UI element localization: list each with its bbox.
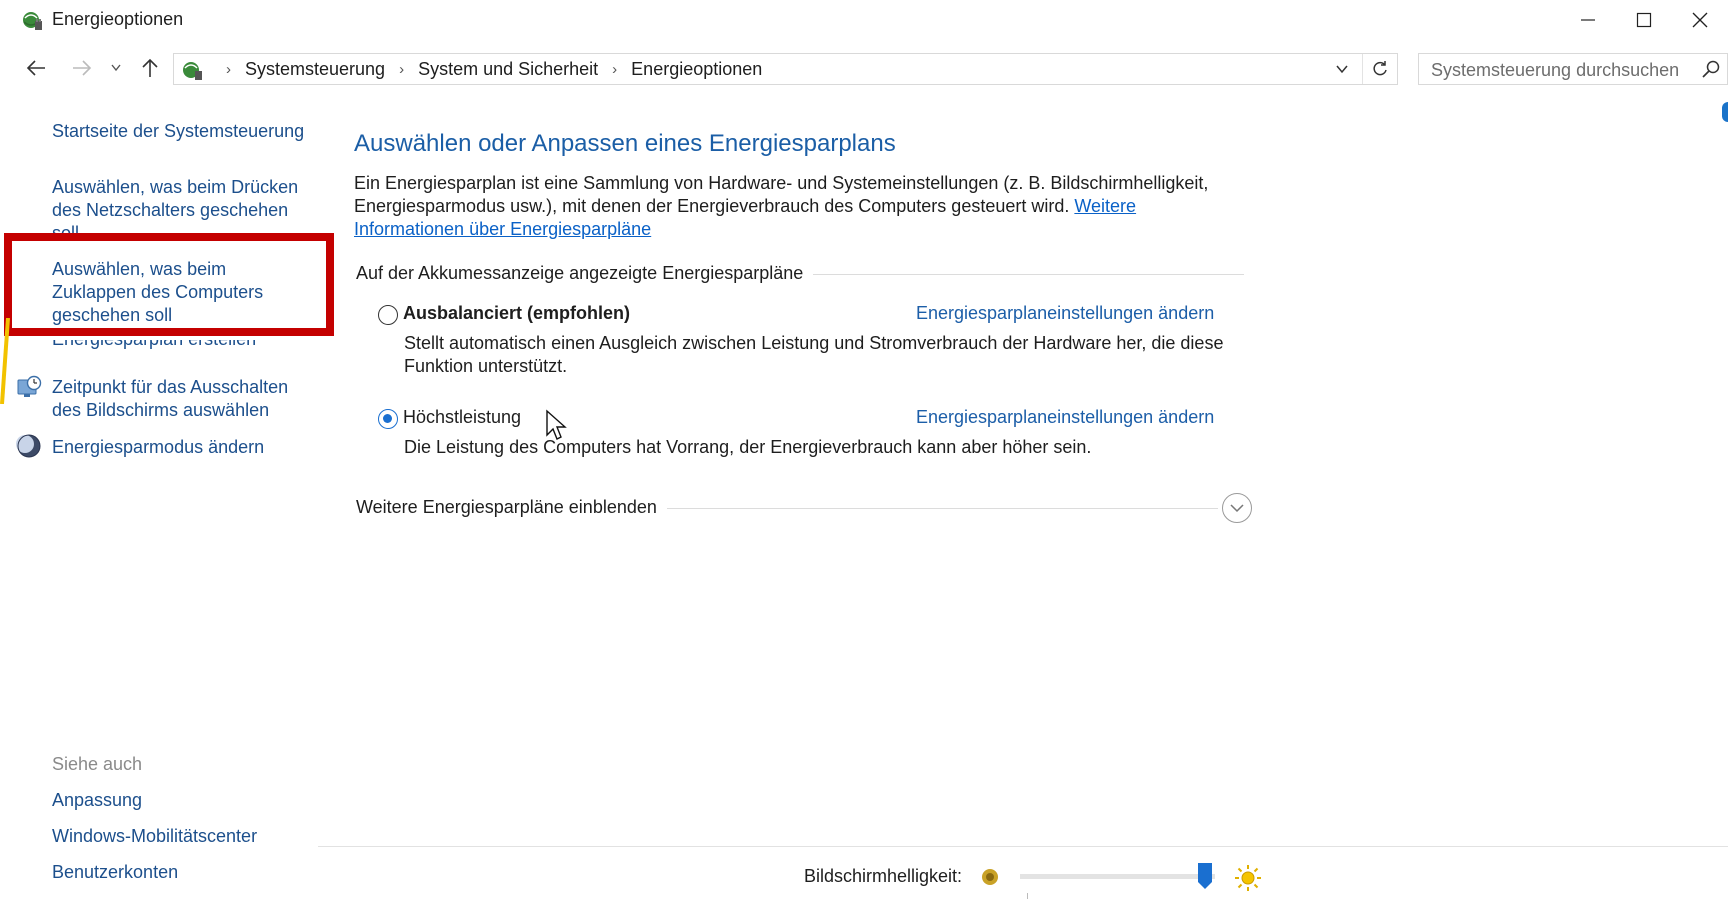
plans-group-label: Auf der Akkumessanzeige angezeigte Energ… (356, 263, 814, 284)
breadcrumb-separator: › (612, 60, 618, 78)
bottom-divider (318, 846, 1728, 847)
brightness-slider-thumb[interactable] (1197, 862, 1213, 890)
intro-text: Ein Energiesparplan ist eine Sammlung vo… (354, 172, 1234, 241)
back-button[interactable] (22, 54, 50, 82)
maximize-icon (1636, 12, 1652, 28)
help-button[interactable] (1722, 102, 1728, 122)
see-also-link-mobilitaetscenter[interactable]: Windows-Mobilitätscenter (52, 825, 257, 848)
sidebar-item-label: Energiesparplan erstellen (52, 340, 256, 349)
breadcrumb-separator: › (226, 60, 231, 78)
breadcrumb-energieoptionen[interactable]: Energieoptionen (631, 59, 762, 80)
sidebar-item-energiesparmodus[interactable]: Energiesparmodus ändern (52, 436, 264, 459)
search-input[interactable]: Systemsteuerung durchsuchen (1418, 53, 1728, 85)
close-icon (1692, 12, 1708, 28)
power-options-icon (183, 62, 202, 80)
plan-description-ausbalanciert: Stellt automatisch einen Ausgleich zwisc… (404, 333, 1224, 376)
refresh-icon (1373, 61, 1387, 76)
see-also-link-anpassung[interactable]: Anpassung (52, 789, 142, 812)
refresh-button[interactable] (1362, 54, 1397, 84)
plan-settings-link-ausbalanciert[interactable]: Energiesparplaneinstellungen ändern (916, 303, 1214, 324)
search-placeholder: Systemsteuerung durchsuchen (1431, 60, 1680, 80)
plan-name-hoechstleistung[interactable]: Höchstleistung (403, 407, 521, 428)
arrow-left-icon (26, 60, 45, 76)
breadcrumb-separator: › (399, 60, 405, 78)
plan-name-ausbalanciert[interactable]: Ausbalanciert (empfohlen) (403, 303, 630, 324)
expand-more-plans-button[interactable] (1222, 493, 1252, 523)
radio-hoechstleistung[interactable] (378, 409, 398, 429)
breadcrumb: › Systemsteuerung › System und Sicherhei… (212, 54, 762, 84)
minimize-button[interactable] (1560, 4, 1616, 36)
monitor-clock-icon (17, 375, 42, 397)
slider-tick (1027, 893, 1028, 899)
recent-locations-button[interactable] (106, 54, 126, 82)
brightness-label: Bildschirmhelligkeit: (804, 866, 963, 886)
sidebar-item-energiesparplan-erstellen[interactable]: Energiesparplan erstellen (52, 340, 312, 360)
brightness-low-icon (982, 869, 998, 885)
radio-ausbalanciert[interactable] (378, 305, 398, 325)
breadcrumb-system-und-sicherheit[interactable]: System und Sicherheit (418, 59, 598, 80)
window-title: Energieoptionen (52, 9, 184, 29)
power-options-icon (23, 12, 42, 30)
brightness-slider-track[interactable] (1020, 874, 1215, 879)
forward-button[interactable] (68, 54, 96, 82)
minimize-icon (1581, 19, 1595, 21)
maximize-button[interactable] (1616, 4, 1672, 36)
search-icon[interactable] (1701, 59, 1721, 79)
sidebar-item-startseite[interactable]: Startseite der Systemsteuerung (52, 120, 304, 143)
sidebar-item-netzschalter[interactable]: Auswählen, was beim Drücken des Netzscha… (52, 176, 312, 236)
close-button[interactable] (1672, 4, 1728, 36)
chevron-down-icon (1336, 65, 1348, 74)
moon-icon (16, 434, 41, 458)
sidebar-item-zuklappen[interactable]: Auswählen, was beim Zuklappen des Comput… (52, 258, 292, 327)
address-bar[interactable]: › Systemsteuerung › System und Sicherhei… (173, 53, 1398, 85)
title-bar: Energieoptionen (0, 0, 1728, 40)
more-plans-label[interactable]: Weitere Energiesparpläne einblenden (356, 497, 667, 518)
mouse-cursor-icon (546, 409, 567, 440)
arrow-up-icon (142, 58, 158, 77)
sidebar-item-bildschirm-ausschalten[interactable]: Zeitpunkt für das Ausschalten des Bildsc… (52, 376, 312, 422)
arrow-right-icon (73, 60, 92, 76)
see-also-link-benutzerkonten[interactable]: Benutzerkonten (52, 861, 178, 884)
up-button[interactable] (136, 54, 164, 82)
brightness-high-icon (1235, 865, 1261, 891)
chevron-down-icon (111, 64, 121, 72)
address-dropdown-button[interactable] (1327, 54, 1357, 84)
chevron-down-icon (1230, 504, 1244, 513)
see-also-heading: Siehe auch (52, 754, 143, 774)
plan-settings-link-hoechstleistung[interactable]: Energiesparplaneinstellungen ändern (916, 407, 1214, 428)
annotation-stroke (0, 318, 10, 404)
plan-description-hoechstleistung: Die Leistung des Computers hat Vorrang, … (404, 437, 1092, 457)
breadcrumb-systemsteuerung[interactable]: Systemsteuerung (245, 59, 385, 80)
page-title: Auswählen oder Anpassen eines Energiespa… (354, 130, 896, 157)
